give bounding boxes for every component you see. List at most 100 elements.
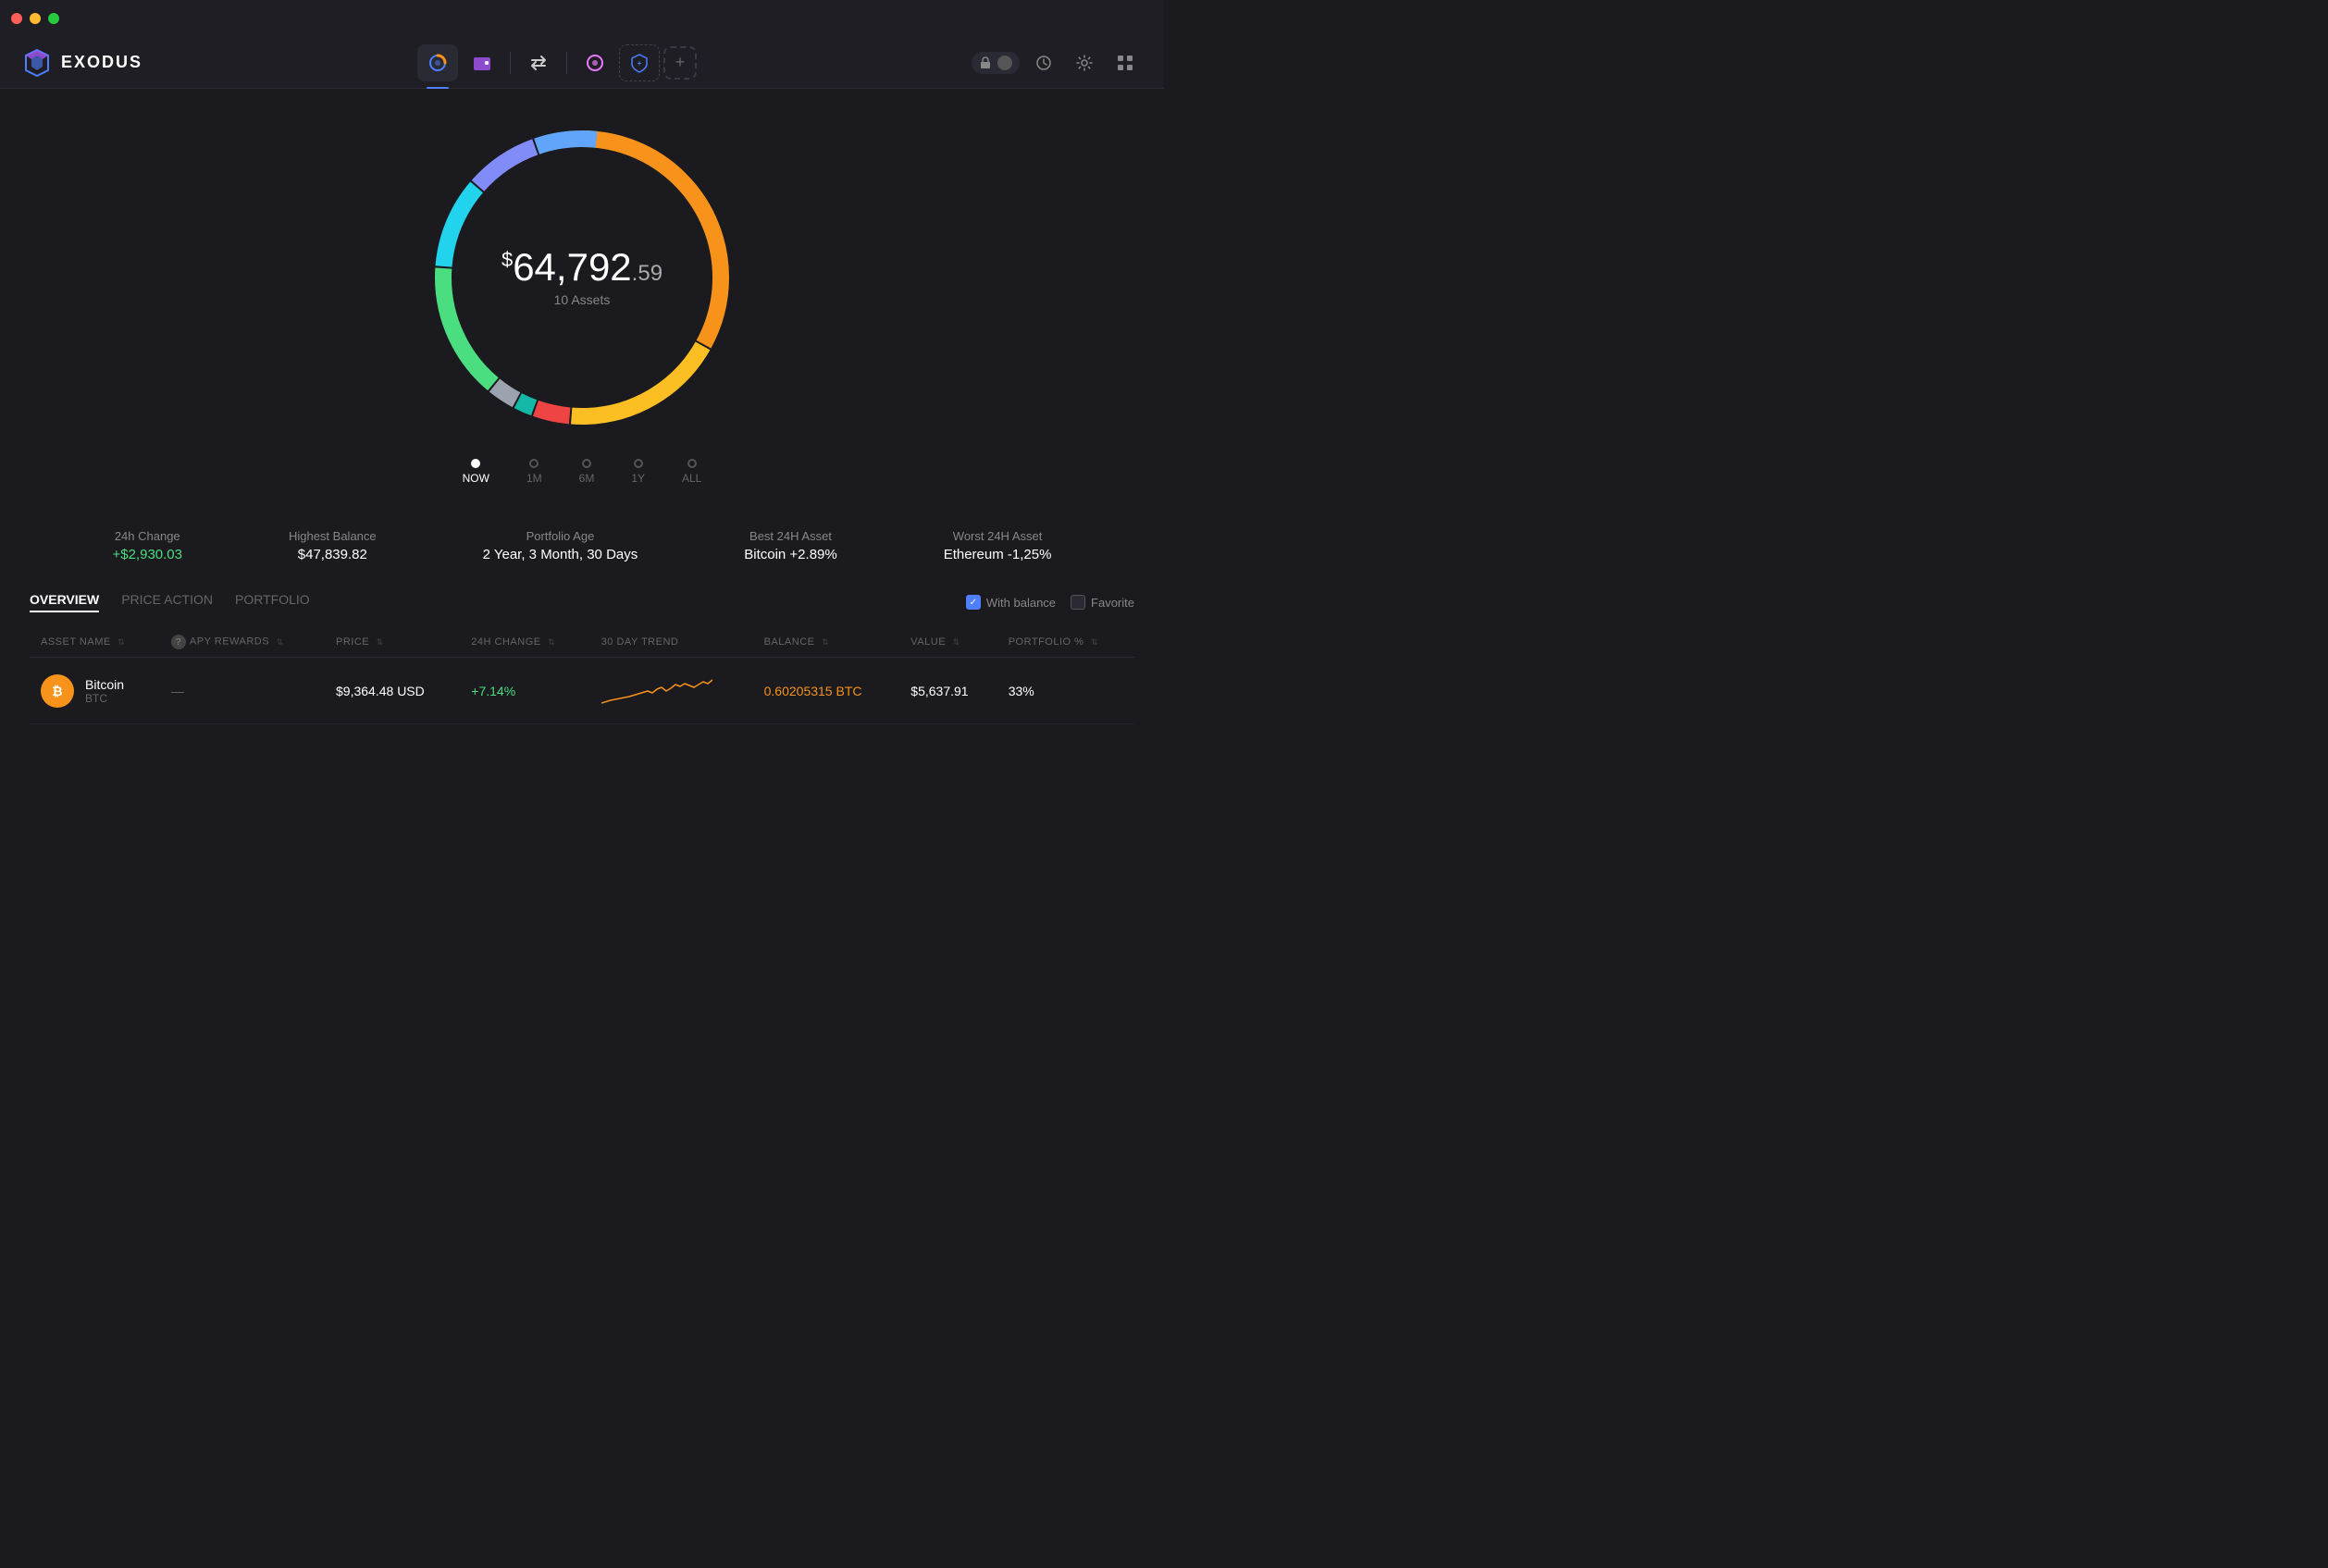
close-button[interactable]: [11, 13, 22, 24]
th-price[interactable]: PRICE ⇅: [325, 627, 460, 658]
table-header-row: ASSET NAME ⇅ ?APY REWARDS ⇅ PRICE ⇅ 24H …: [30, 627, 1134, 658]
portfolio-icon: [427, 53, 448, 73]
portfolio-value: $64,792.59: [502, 248, 662, 287]
sort-icon-apy: ⇅: [277, 637, 284, 648]
lock-icon: [979, 56, 992, 69]
stat-value-worst: Ethereum -1,25%: [944, 547, 1052, 562]
stat-best-asset: Best 24H Asset Bitcoin +2.89%: [744, 529, 836, 562]
stat-value-highest: $47,839.82: [289, 547, 377, 562]
th-value[interactable]: VALUE ⇅: [899, 627, 997, 658]
nav-tab-portfolio[interactable]: [417, 44, 458, 81]
tab-portfolio[interactable]: PORTFOLIO: [235, 592, 310, 612]
tab-price-action[interactable]: PRICE ACTION: [121, 592, 213, 612]
nav-tab-exchange[interactable]: [518, 44, 559, 81]
trend-cell: [590, 658, 753, 724]
logo: EXODUS: [22, 48, 142, 78]
svg-text:+: +: [638, 59, 642, 68]
table-row[interactable]: ₿ Bitcoin BTC — $9,364.48 USD +7.14%: [30, 658, 1134, 724]
stat-portfolio-age: Portfolio Age 2 Year, 3 Month, 30 Days: [483, 529, 638, 562]
favorite-label: Favorite: [1091, 596, 1134, 610]
nav-tab-shield[interactable]: +: [619, 44, 660, 81]
stats-row: 24h Change +$2,930.03 Highest Balance $4…: [30, 529, 1134, 562]
asset-name-cell: ₿ Bitcoin BTC: [30, 658, 160, 724]
grid-icon: [1117, 55, 1133, 71]
timeline-dot-6m: [582, 459, 591, 468]
timeline-label-now: NOW: [463, 472, 489, 485]
help-icon-apy: ?: [171, 635, 186, 649]
logo-text: EXODUS: [61, 53, 142, 72]
table-filters: With balance Favorite: [966, 595, 1134, 610]
timeline-label-1y: 1Y: [631, 472, 645, 485]
filter-with-balance[interactable]: With balance: [966, 595, 1056, 610]
timeline-label-1m: 1M: [526, 472, 542, 485]
stat-highest-balance: Highest Balance $47,839.82: [289, 529, 377, 562]
th-balance[interactable]: BALANCE ⇅: [753, 627, 900, 658]
th-asset-name[interactable]: ASSET NAME ⇅: [30, 627, 160, 658]
with-balance-label: With balance: [986, 596, 1056, 610]
main-content: $64,792.59 10 Assets NOW 1M 6M 1Y: [0, 89, 1164, 747]
maximize-button[interactable]: [48, 13, 59, 24]
sort-icon-portfolio: ⇅: [1091, 637, 1098, 648]
navbar: EXODUS: [0, 37, 1164, 89]
table-section: OVERVIEW PRICE ACTION PORTFOLIO With bal…: [30, 592, 1134, 724]
add-tab-button[interactable]: +: [663, 46, 697, 80]
currency-symbol: $: [502, 248, 513, 271]
stat-value-age: 2 Year, 3 Month, 30 Days: [483, 547, 638, 562]
nav-divider-1: [510, 52, 511, 74]
timeline-label-all: ALL: [682, 472, 701, 485]
nav-tab-wallet[interactable]: [462, 44, 502, 81]
toggle-knob: [997, 56, 1012, 70]
apy-cell: —: [160, 658, 325, 724]
history-icon: [1035, 55, 1052, 71]
stat-worst-asset: Worst 24H Asset Ethereum -1,25%: [944, 529, 1052, 562]
exodus-logo-icon: [22, 48, 52, 78]
th-apy-rewards[interactable]: ?APY REWARDS ⇅: [160, 627, 325, 658]
timeline-all[interactable]: ALL: [682, 459, 701, 485]
tab-overview[interactable]: OVERVIEW: [30, 592, 99, 612]
stat-label-best: Best 24H Asset: [744, 529, 836, 543]
bitcoin-icon: ₿: [41, 674, 74, 708]
grid-icon-btn[interactable]: [1108, 46, 1142, 80]
timeline: NOW 1M 6M 1Y ALL: [463, 459, 702, 485]
shield-plus-icon: +: [629, 53, 650, 73]
chart-section: $64,792.59 10 Assets NOW 1M 6M 1Y: [30, 111, 1134, 507]
stat-label-worst: Worst 24H Asset: [944, 529, 1052, 543]
timeline-dot-1m: [529, 459, 539, 468]
stat-24h-change: 24h Change +$2,930.03: [112, 529, 182, 562]
sparkline-svg: [601, 671, 712, 708]
asset-ticker: BTC: [85, 692, 124, 705]
asset-name-text: Bitcoin BTC: [85, 677, 124, 705]
timeline-label-6m: 6M: [579, 472, 595, 485]
sort-icon-change: ⇅: [548, 637, 555, 648]
nav-tab-apps[interactable]: [575, 44, 615, 81]
minimize-button[interactable]: [30, 13, 41, 24]
timeline-dot-all: [687, 459, 697, 468]
asset-table: ASSET NAME ⇅ ?APY REWARDS ⇅ PRICE ⇅ 24H …: [30, 627, 1134, 724]
navbar-tabs: + +: [417, 44, 697, 81]
filter-favorite[interactable]: Favorite: [1071, 595, 1134, 610]
timeline-6m[interactable]: 6M: [579, 459, 595, 485]
favorite-checkbox[interactable]: [1071, 595, 1085, 610]
th-24h-change[interactable]: 24H CHANGE ⇅: [460, 627, 589, 658]
timeline-dot-now: [471, 459, 480, 468]
settings-icon-btn[interactable]: [1068, 46, 1101, 80]
assets-count: 10 Assets: [502, 292, 662, 307]
timeline-1y[interactable]: 1Y: [631, 459, 645, 485]
sort-icon-value: ⇅: [953, 637, 960, 648]
stat-value-24h: +$2,930.03: [112, 547, 182, 562]
sort-icon-balance: ⇅: [822, 637, 829, 648]
apps-icon: [585, 53, 605, 73]
with-balance-checkbox[interactable]: [966, 595, 981, 610]
sort-icon-asset: ⇅: [118, 637, 125, 648]
navbar-right: [972, 46, 1142, 80]
nav-divider-2: [566, 52, 567, 74]
timeline-1m[interactable]: 1M: [526, 459, 542, 485]
history-button[interactable]: [1027, 46, 1060, 80]
wallet-icon: [472, 53, 492, 73]
th-portfolio-pct[interactable]: PORTFOLIO % ⇅: [997, 627, 1134, 658]
stat-label-highest: Highest Balance: [289, 529, 377, 543]
lock-toggle[interactable]: [972, 52, 1020, 74]
asset-name: Bitcoin: [85, 677, 124, 692]
table-tabs-row: OVERVIEW PRICE ACTION PORTFOLIO With bal…: [30, 592, 1134, 612]
timeline-now[interactable]: NOW: [463, 459, 489, 485]
